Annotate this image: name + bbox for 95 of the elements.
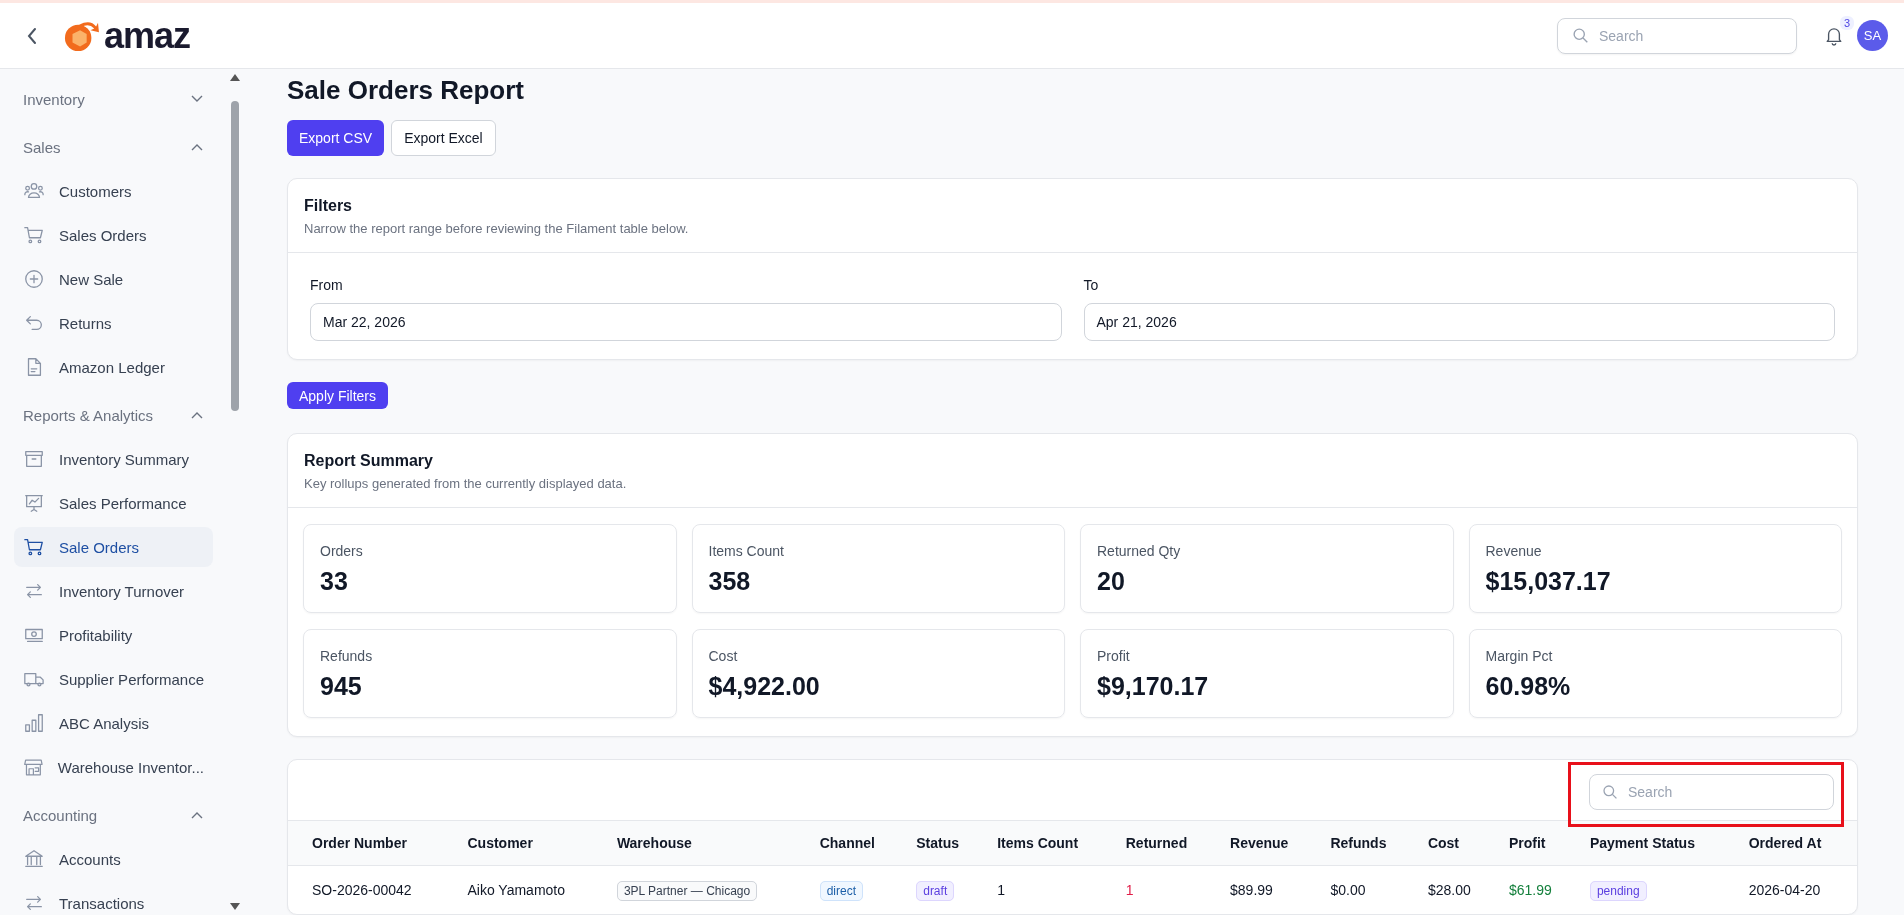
stat-label: Margin Pct [1485, 648, 1554, 664]
sidebar-item[interactable]: Warehouse Inventor... [14, 747, 213, 787]
column-header[interactable]: Returned [1115, 820, 1221, 866]
stat-label: Orders [320, 543, 364, 559]
sidebar-item[interactable]: Sales Orders [14, 215, 213, 255]
stat-value: 945 [320, 672, 363, 701]
sidebar-item[interactable]: Sale Orders [14, 527, 213, 567]
column-header[interactable]: Channel [809, 820, 907, 866]
stat-label: Profit [1097, 648, 1131, 664]
date-field[interactable]: Apr 21, 2026 [1083, 303, 1835, 342]
apply-filters-button[interactable]: Apply Filters [287, 382, 389, 409]
column-header[interactable]: Ordered At [1738, 820, 1857, 866]
logo-text: amaz [104, 14, 191, 57]
sidebar-item[interactable]: Inventory Turnover [14, 571, 213, 611]
sidebar-section[interactable]: Sales [14, 123, 213, 171]
bar-chart-icon [23, 712, 45, 734]
sidebar-item[interactable]: Inventory Summary [14, 439, 213, 479]
column-header[interactable]: Cost [1417, 820, 1499, 866]
table-cell: SO-2026-00042 [312, 882, 412, 898]
stat-value: $9,170.17 [1097, 672, 1210, 701]
back-icon[interactable] [26, 25, 38, 46]
sidebar-item[interactable]: Customers [14, 171, 213, 211]
sidebar-item[interactable]: Accounts [14, 839, 213, 879]
stat-value: 33 [320, 567, 349, 596]
column-header[interactable]: Items Count [987, 820, 1116, 866]
table-cell: $28.00 [1427, 882, 1471, 898]
stat-label: Items Count [708, 543, 785, 559]
field-label: From [310, 277, 344, 294]
user-avatar[interactable]: SA [1857, 20, 1888, 51]
table-cell: Aiko Yamamoto [467, 882, 566, 898]
stat-value: 358 [708, 567, 752, 596]
bank-icon [23, 848, 45, 870]
chevron-icon [191, 143, 203, 151]
stat-value: $4,922.00 [708, 672, 821, 701]
sidebar-item[interactable]: Sales Performance [14, 483, 213, 523]
sidebar-item[interactable]: Amazon Ledger [14, 347, 213, 387]
search-icon [1602, 784, 1618, 800]
store-icon [23, 756, 44, 778]
table-cell: $0.00 [1330, 882, 1366, 898]
search-icon [1572, 27, 1589, 44]
cart-icon [23, 224, 45, 246]
stat-label: Revenue [1485, 543, 1543, 559]
sidebar-item[interactable]: Transactions [14, 883, 213, 915]
stat-value: 60.98% [1485, 672, 1572, 701]
chevron-icon [191, 95, 203, 103]
stat-value: 20 [1097, 567, 1126, 596]
table-badge: 3PL Partner — Chicago [616, 881, 758, 901]
export-button[interactable]: Export CSV [287, 120, 385, 157]
card-title: Report Summary [304, 452, 434, 470]
sidebar-section[interactable]: Inventory [14, 75, 213, 123]
table-cell: 2026-04-20 [1748, 882, 1821, 898]
table-cell: $61.99 [1508, 882, 1552, 898]
sidebar-section[interactable]: Accounting [14, 791, 213, 839]
column-header[interactable]: Warehouse [606, 820, 810, 866]
export-button[interactable]: Export Excel [391, 120, 496, 157]
column-header[interactable]: Profit [1498, 820, 1580, 866]
card-description: Narrow the report range before reviewing the Filament table below. [304, 221, 690, 237]
sidebar-item[interactable]: New Sale [14, 259, 213, 299]
page-title: Sale Orders Report [287, 75, 524, 107]
scrollbar-thumb[interactable] [231, 101, 239, 411]
column-header[interactable]: Order Number [288, 820, 458, 866]
bell-icon[interactable] [1825, 25, 1843, 46]
sidebar-item[interactable]: Supplier Performance [14, 659, 213, 699]
column-header[interactable]: Payment Status [1579, 820, 1739, 866]
plus-circle-icon [23, 268, 45, 290]
stat-label: Returned Qty [1097, 543, 1182, 559]
chart-board-icon [23, 492, 45, 514]
archive-icon [23, 448, 45, 470]
date-field[interactable]: Mar 22, 2026 [310, 303, 1062, 342]
sidebar-item[interactable]: Profitability [14, 615, 213, 655]
card-title: Filters [304, 197, 353, 216]
card-description: Key rollups generated from the currently displayed data. [304, 476, 628, 491]
scroll-up-icon[interactable] [230, 73, 240, 81]
stat-value: $15,037.17 [1485, 567, 1612, 596]
table-badge: direct [819, 881, 864, 901]
stat-label: Cost [708, 648, 739, 664]
notification-badge: 3 [1839, 15, 1854, 30]
scroll-down-icon[interactable] [230, 903, 240, 911]
chevron-icon [191, 411, 203, 419]
table-cell: 1 [997, 882, 1005, 898]
table-cell: 1 [1125, 882, 1134, 898]
field-label: To [1083, 277, 1100, 294]
column-header[interactable]: Revenue [1220, 820, 1321, 866]
chevron-icon [191, 811, 203, 819]
sidebar-item[interactable]: ABC Analysis [14, 703, 213, 743]
table-cell: $89.99 [1230, 882, 1273, 898]
sidebar-section[interactable]: Reports & Analytics [14, 391, 213, 439]
column-header[interactable]: Customer [457, 820, 607, 866]
column-header[interactable]: Status [906, 820, 988, 866]
cart-icon [23, 536, 45, 558]
sidebar-item[interactable]: Returns [14, 303, 213, 343]
table-badge: draft [916, 881, 955, 901]
table-badge: pending [1589, 881, 1647, 901]
column-header[interactable]: Refunds [1320, 820, 1418, 866]
stat-label: Refunds [320, 648, 374, 664]
